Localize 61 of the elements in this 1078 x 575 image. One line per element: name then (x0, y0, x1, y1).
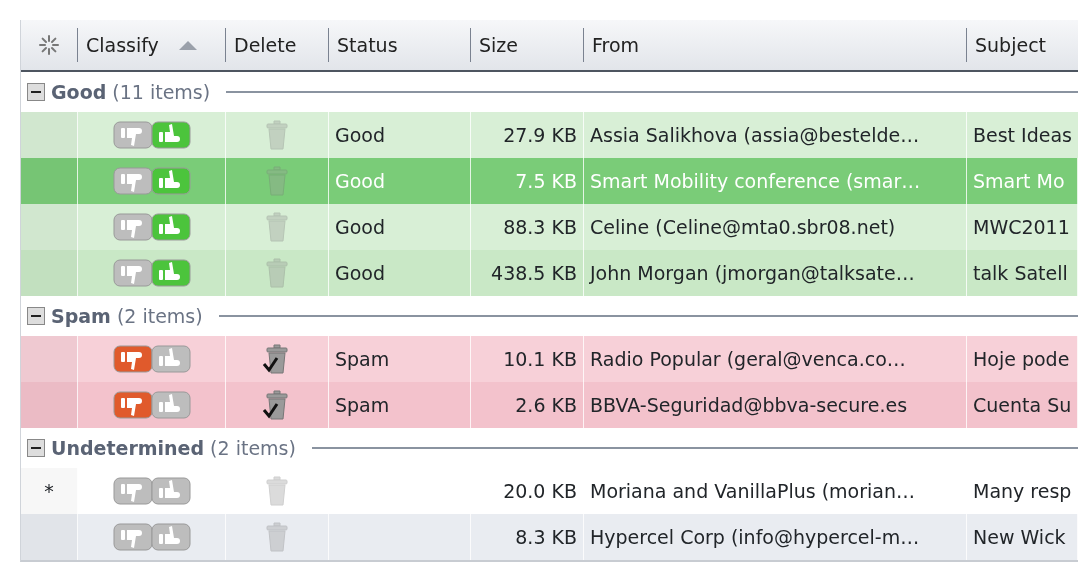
size-cell-text: 7.5 KB (515, 168, 577, 194)
size-cell-text: 27.9 KB (503, 122, 577, 148)
subject-cell-text: Hoje pode (973, 346, 1070, 372)
sender-cell-text: Hypercel Corp (info@hypercel-m… (590, 524, 920, 550)
sender-cell-text: Celine (Celine@mta0.sbr08.net) (590, 214, 896, 240)
email-row[interactable]: Good 88.3 KB Celine (Celine@mta0.sbr08.net) MWC2011 (21, 204, 1078, 250)
sender-cell-text: Assia Salikhova (assia@bestelde… (590, 122, 920, 148)
subject-cell-text: Many resp (973, 478, 1072, 504)
sender-cell-text: Smart Mobility conference (smar… (590, 168, 921, 194)
collapse-toggle-icon[interactable] (27, 439, 45, 457)
column-header[interactable]: Size (471, 28, 584, 62)
size-cell-text: 20.0 KB (503, 478, 577, 504)
group-label: Undetermined (51, 435, 205, 461)
sender-cell-text: Moriana and VanillaPlus (morian… (590, 478, 915, 504)
column-header[interactable]: Subject (967, 28, 1078, 62)
thumbs-toggle-icon[interactable] (112, 475, 191, 507)
status-cell-text: Spam (335, 392, 390, 418)
thumbs-toggle-icon[interactable] (112, 119, 191, 151)
status-cell-text: Good (335, 168, 386, 194)
group-count: (2 items) (210, 435, 296, 461)
group-count: (2 items) (116, 303, 203, 329)
email-row[interactable]: Good 27.9 KB Assia Salikhova (assia@bestelde… Best Ideas (21, 112, 1078, 158)
size-cell-text: 438.5 KB (491, 260, 577, 286)
group-label: Good (51, 79, 107, 105)
thumbs-toggle-icon[interactable] (112, 165, 191, 197)
subject-cell-text: MWC2011 (973, 214, 1070, 240)
email-row[interactable]: Spam 10.1 KB Radio Popular (geral@venca.co… Hoje pode (21, 336, 1078, 382)
sender-cell-text: John Morgan (jmorgan@talksate… (590, 260, 915, 286)
column-header[interactable]: From (584, 28, 967, 62)
group-count: (11 items) (112, 79, 211, 105)
email-row[interactable]: 8.3 KB Hypercel Corp (info@hypercel-m… New Wick (21, 514, 1078, 560)
thumbs-toggle-icon[interactable] (112, 211, 191, 243)
subject-cell-text: Smart Mo (973, 168, 1065, 194)
collapse-toggle-icon[interactable] (27, 83, 45, 101)
size-cell-text: 88.3 KB (503, 214, 577, 240)
subject-cell-text: Best Ideas (973, 122, 1072, 148)
column-header[interactable]: Delete (226, 28, 329, 62)
column-header[interactable]: Status (329, 28, 471, 62)
group-label: Spam (51, 303, 111, 329)
status-cell-text: Good (335, 122, 386, 148)
email-row[interactable]: Good 438.5 KB John Morgan (jmorgan@talksate… talk Satell (21, 250, 1078, 296)
size-cell-text: 8.3 KB (515, 524, 577, 550)
thumbs-toggle-icon[interactable] (112, 257, 191, 289)
sender-cell-text: BBVA-Seguridad@bbva-secure.es (590, 392, 908, 418)
subject-cell-text: Cuenta Su (973, 392, 1072, 418)
column-header[interactable]: Classify (78, 28, 226, 62)
status-cell-text: Good (335, 214, 386, 240)
thumbs-toggle-icon[interactable] (112, 389, 191, 421)
spinner-icon[interactable] (38, 34, 60, 56)
new-row-marker: * (44, 478, 54, 504)
size-cell-text: 2.6 KB (515, 392, 577, 418)
thumbs-toggle-icon[interactable] (112, 521, 191, 553)
collapse-toggle-icon[interactable] (27, 307, 45, 325)
sender-cell-text: Radio Popular (geral@venca.co… (590, 346, 906, 372)
subject-cell-text: New Wick (973, 524, 1066, 550)
subject-cell-text: talk Satell (973, 260, 1068, 286)
email-row[interactable]: Spam 2.6 KB BBVA-Seguridad@bbva-secure.es Cuenta Su (21, 382, 1078, 428)
status-cell-text: Good (335, 260, 386, 286)
thumbs-toggle-icon[interactable] (112, 343, 191, 375)
status-cell-text: Spam (335, 346, 390, 372)
size-cell-text: 10.1 KB (503, 346, 577, 372)
